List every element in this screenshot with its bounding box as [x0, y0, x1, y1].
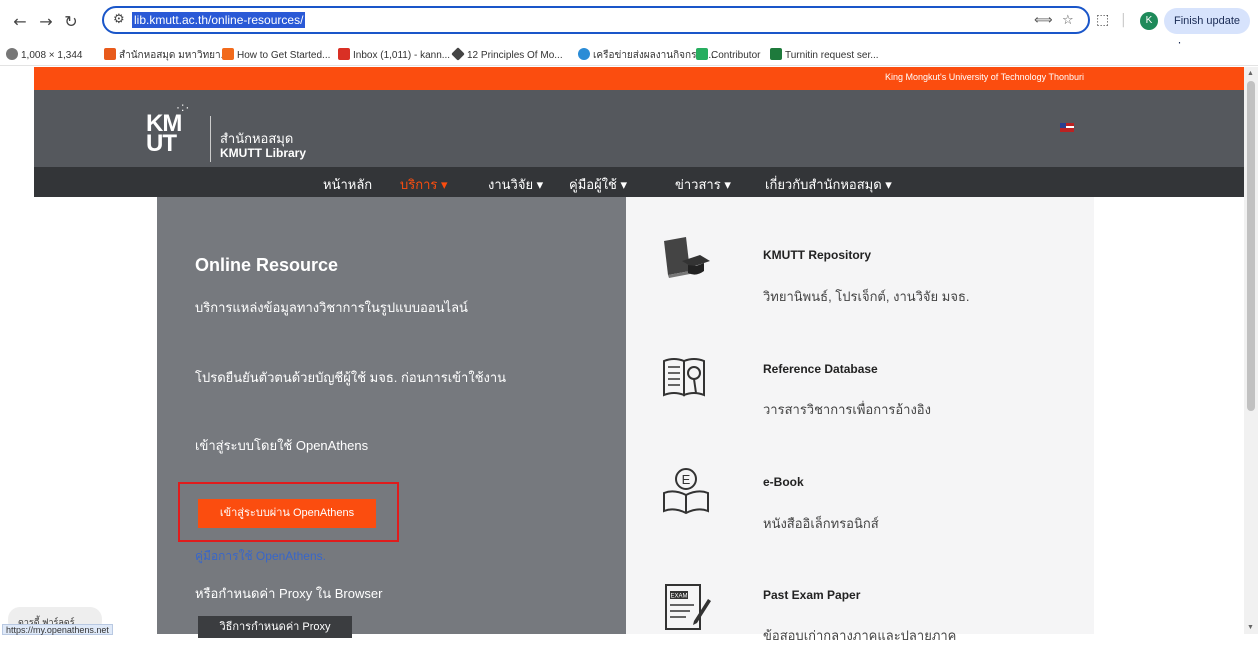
login-note: เข้าสู่ระบบโดยใช้ OpenAthens: [195, 438, 369, 453]
kmutt-favicon-icon: [104, 48, 116, 60]
bookmark-item[interactable]: 12 Principles Of Mo...: [451, 47, 563, 61]
scroll-down-icon[interactable]: ▼: [1247, 624, 1254, 631]
gmail-icon: [338, 48, 350, 60]
network-icon: [578, 48, 590, 60]
online-resource-panel: Online Resource บริการแหล่งข้อมูลทางวิชา…: [157, 197, 626, 638]
resource-title[interactable]: KMUTT Repository: [763, 248, 871, 262]
bookmark-item[interactable]: Contributor: [696, 48, 760, 61]
bookmarks-bar: 1,008 × 1,344 สำนักหอสมุด มหาวิทยา... Ho…: [0, 44, 1258, 66]
site-header: ·:· KM UT สำนักหอสมุด KMUTT Library: [34, 90, 1244, 167]
excel-icon: [770, 48, 782, 60]
auth-note: โปรดยืนยันตัวตนด้วยบัญชีผู้ใช้ มจธ. ก่อน…: [195, 370, 507, 385]
reload-icon[interactable]: ↻: [61, 12, 81, 32]
site-info-icon[interactable]: ⚙: [113, 12, 125, 27]
site-favicon-icon: [222, 48, 234, 60]
openathens-manual-link[interactable]: คู่มือการใช้ OpenAthens.: [195, 547, 326, 566]
resource-desc: ข้อสอบเก่ากลางภาคและปลายภาค: [763, 628, 957, 643]
ebook-icon[interactable]: E: [660, 465, 712, 517]
resource-list: KMUTT Repository วิทยานิพนธ์, โปรเจ็กต์,…: [626, 197, 1094, 643]
menu-user-guide[interactable]: คู่มือผู้ใช้ ▾: [569, 174, 627, 195]
online-resource-subtitle: บริการแหล่งข้อมูลทางวิชาการในรูปแบบออนไล…: [195, 300, 468, 315]
resource-title[interactable]: Past Exam Paper: [763, 588, 860, 602]
bookmark-item[interactable]: How to Get Started...: [222, 48, 330, 61]
translate-icon[interactable]: ⟺: [1034, 13, 1053, 28]
bookmark-item[interactable]: Inbox (1,011) - kann...: [338, 48, 450, 61]
browser-toolbar: ← → ↻ ⚙ lib.kmutt.ac.th/online-resources…: [0, 0, 1258, 53]
main-menu: หน้าหลัก บริการ ▾ งานวิจัย ▾ คู่มือผู้ใช…: [34, 167, 1244, 197]
svg-text:EXAM: EXAM: [670, 594, 687, 600]
bookmark-item[interactable]: 1,008 × 1,344: [6, 48, 82, 61]
proxy-setup-button[interactable]: วิธีการกำหนดค่า Proxy: [198, 616, 352, 638]
finish-update-label: Finish update: [1174, 15, 1241, 27]
us-flag-icon[interactable]: [1060, 123, 1074, 132]
finish-update-button[interactable]: Finish update ⋮: [1164, 8, 1250, 53]
menu-services[interactable]: บริการ ▾: [400, 174, 448, 195]
proxy-note: หรือกำหนดค่า Proxy ใน Browser: [195, 586, 383, 601]
address-bar[interactable]: ⚙ lib.kmutt.ac.th/online-resources/ ⟺ ☆: [102, 6, 1090, 34]
resource-desc: วิทยานิพนธ์, โปรเจ็กต์, งานวิจัย มจธ.: [763, 289, 970, 304]
bookmark-item[interactable]: สำนักหอสมุด มหาวิทยา...: [104, 48, 229, 63]
online-resource-title: Online Resource: [195, 255, 339, 275]
bookmark-star-icon[interactable]: ☆: [1062, 13, 1074, 28]
forward-icon[interactable]: →: [36, 12, 56, 32]
scroll-up-icon[interactable]: ▲: [1247, 70, 1254, 77]
contributor-icon: [696, 48, 708, 60]
globe-icon: [6, 48, 18, 60]
back-icon[interactable]: ←: [10, 12, 30, 32]
status-bar-url: https://my.openathens.net: [2, 624, 113, 635]
logo-mark: KM UT: [146, 110, 182, 157]
menu-about[interactable]: เกี่ยวกับสำนักหอสมุด ▾: [765, 174, 892, 195]
logo-divider: [210, 116, 211, 162]
url-text[interactable]: lib.kmutt.ac.th/online-resources/: [132, 12, 306, 28]
svg-text:E: E: [682, 472, 691, 487]
search-book-icon[interactable]: [660, 353, 712, 405]
library-name-en: KMUTT Library: [220, 146, 307, 160]
resource-title[interactable]: Reference Database: [763, 362, 878, 376]
bookmark-item[interactable]: Turnitin request ser...: [770, 48, 879, 61]
menu-research[interactable]: งานวิจัย ▾: [488, 174, 543, 195]
scrollbar-thumb[interactable]: [1247, 81, 1255, 411]
menu-home[interactable]: หน้าหลัก: [323, 174, 372, 195]
menu-news[interactable]: ข่าวสาร ▾: [675, 174, 731, 195]
diamond-icon: [451, 47, 465, 61]
resource-title[interactable]: e-Book: [763, 475, 804, 489]
exam-icon[interactable]: EXAM: [660, 581, 712, 633]
university-name: King Mongkut's University of Technology …: [885, 72, 1084, 82]
profile-avatar[interactable]: K: [1140, 12, 1158, 30]
extensions-icon[interactable]: ⬚: [1096, 12, 1109, 28]
university-bar: King Mongkut's University of Technology …: [34, 67, 1244, 90]
resource-desc: หนังสืออิเล็กทรอนิกส์: [763, 516, 879, 531]
toolbar-divider: |: [1121, 12, 1126, 28]
openathens-login-button[interactable]: เข้าสู่ระบบผ่าน OpenAthens: [198, 499, 376, 528]
page-scrollbar[interactable]: ▲ ▼: [1244, 67, 1258, 634]
resource-desc: วารสารวิชาการเพื่อการอ้างอิง: [763, 402, 931, 417]
graduation-book-icon[interactable]: [660, 235, 712, 287]
